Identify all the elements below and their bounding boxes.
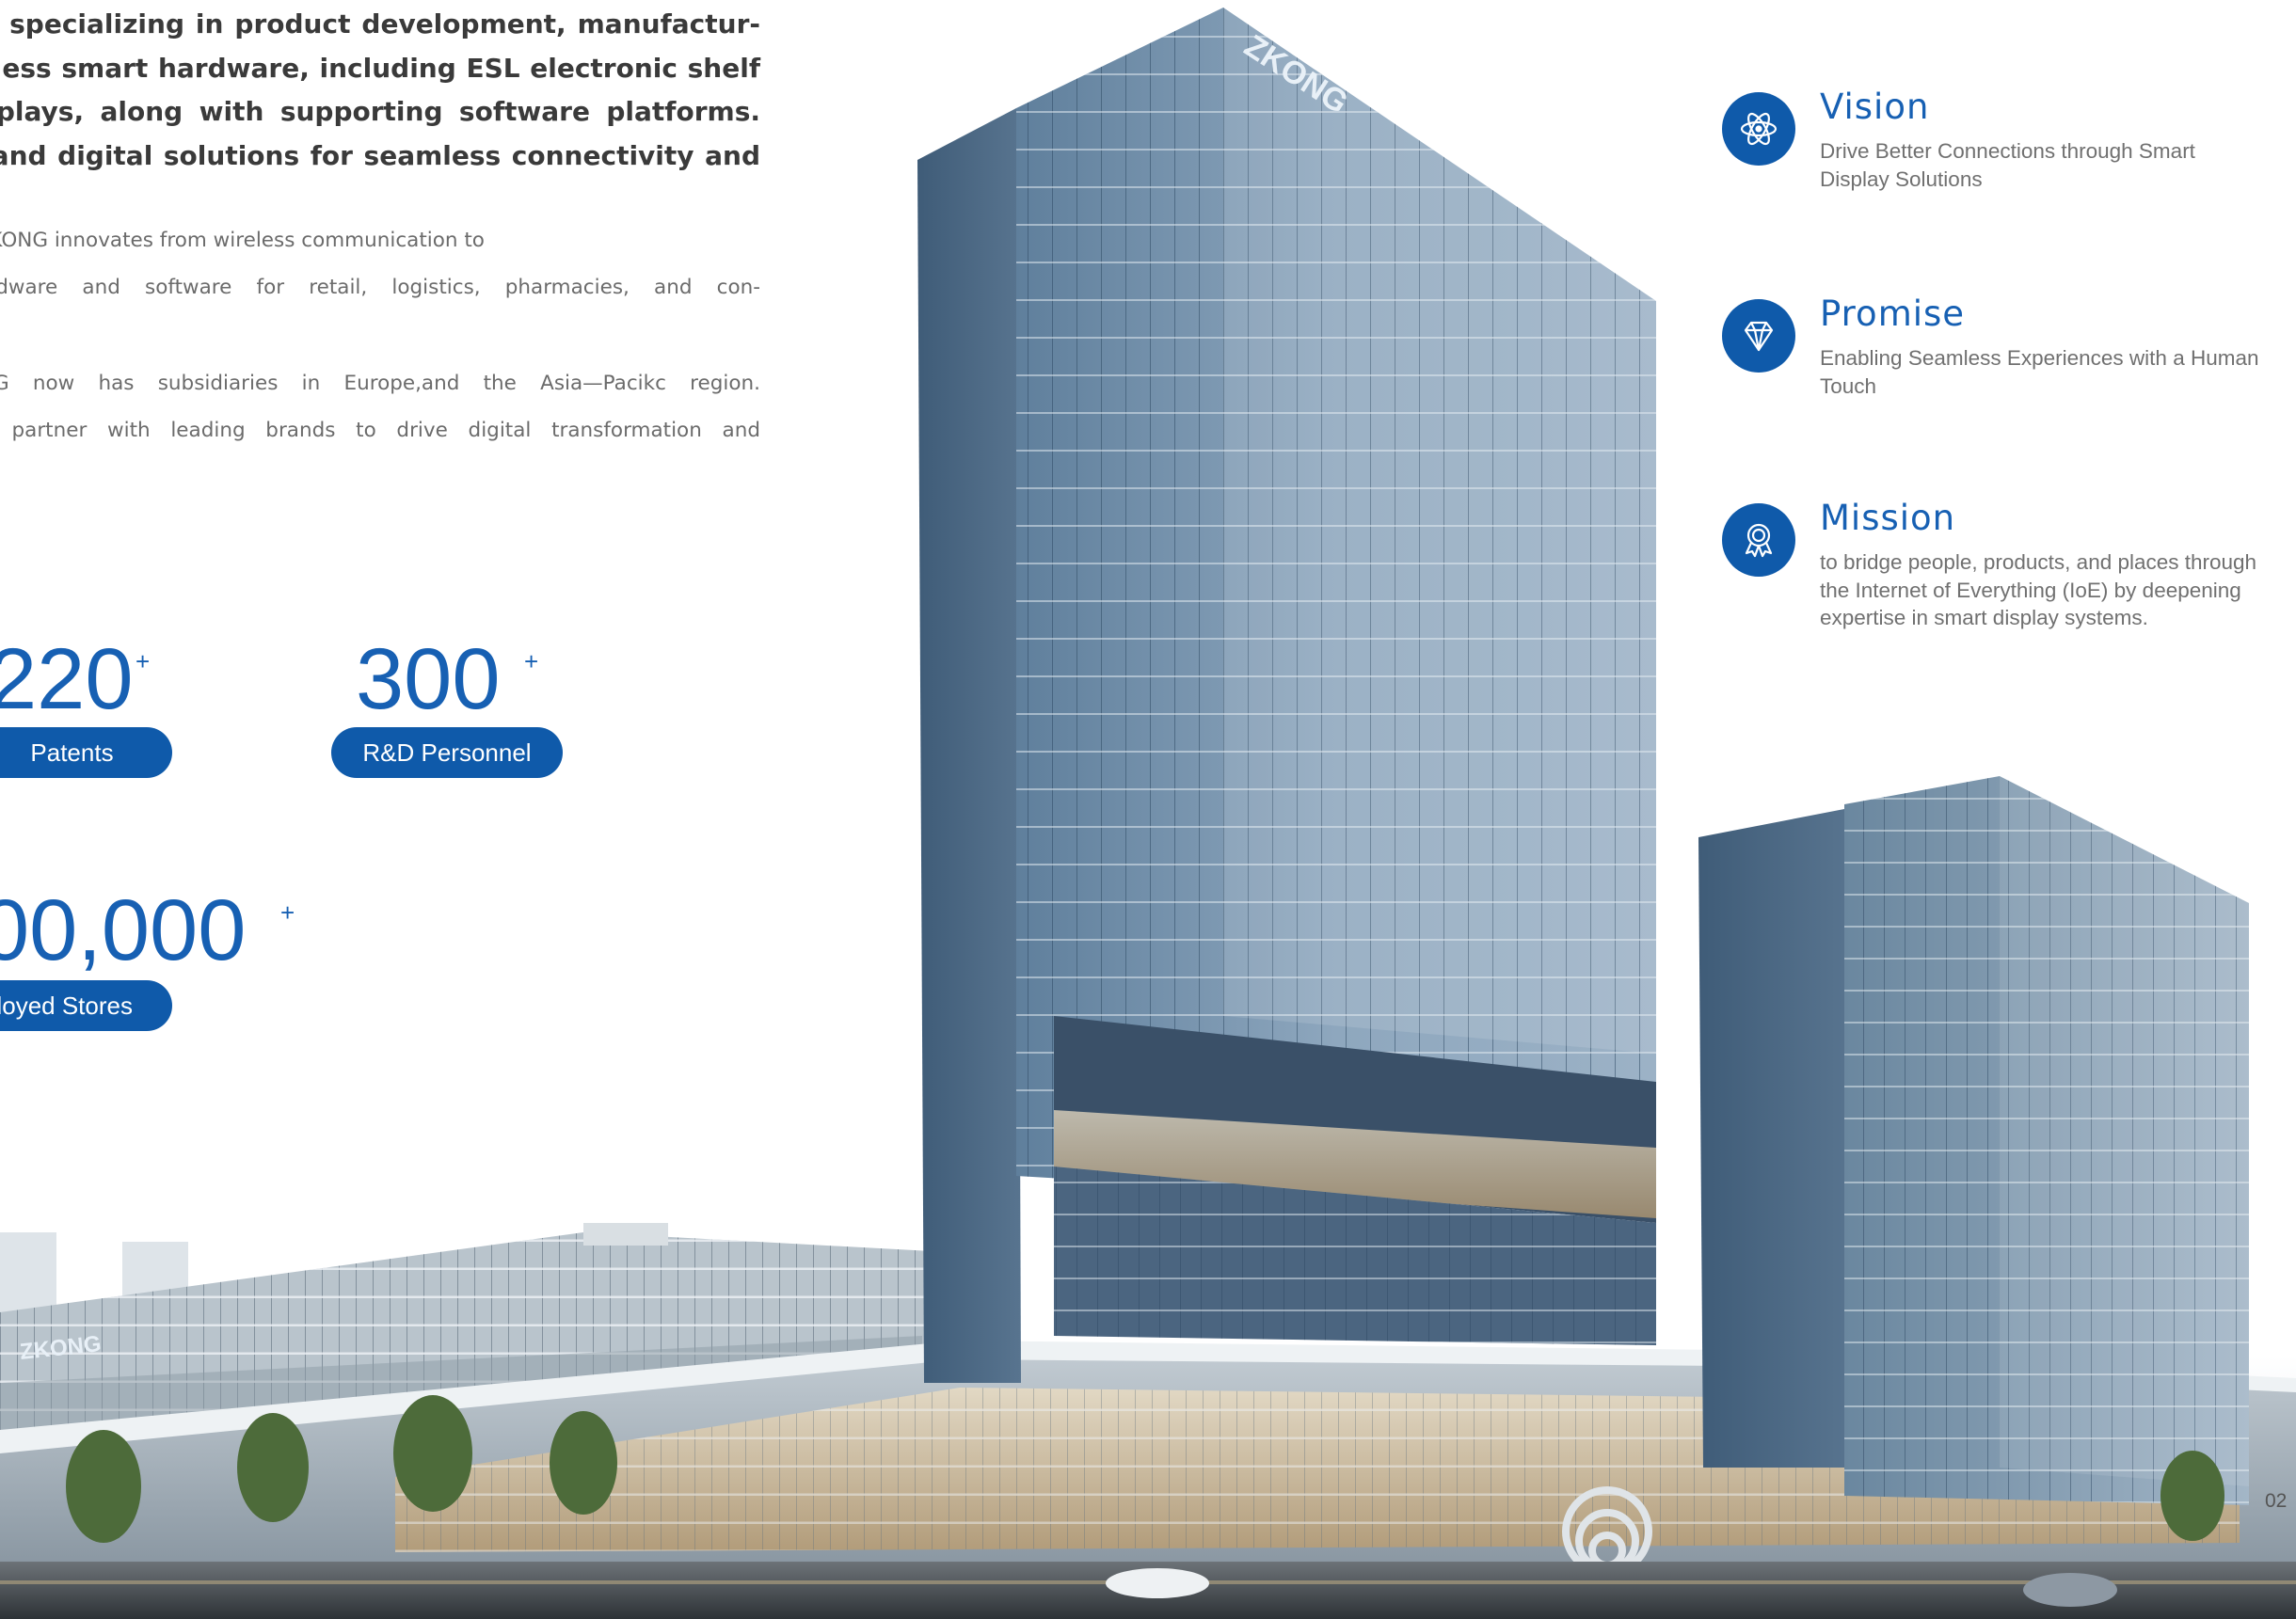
intro-lead-line: T and digital solutions for seamless con… [0, 139, 760, 171]
value-title: Mission [1820, 498, 1956, 538]
stat-plus: + [524, 647, 539, 675]
main-tower [917, 8, 1656, 1383]
car [2023, 1573, 2117, 1607]
intro-body: , ZKONG innovates from wireless communic… [0, 217, 760, 454]
value-description: to bridge people, products, and places t… [1820, 550, 2257, 629]
intro-lead-line: reless smart hardware, including ESL ele… [0, 52, 760, 84]
intro-body-line: , ZKONG innovates from wireless communic… [0, 229, 485, 252]
value-description: Enabling Seamless Experiences with a Hum… [1820, 346, 2259, 398]
intro-lead: ny specializing in product development, … [0, 3, 760, 178]
diamond-icon [1722, 299, 1795, 373]
page-number: 02 [2265, 1490, 2288, 1512]
stat-plus: + [280, 898, 295, 927]
stat-label-pill: Patents [0, 727, 172, 778]
value-title: Vision [1820, 87, 1930, 127]
intro-body-line: we partner with leading brands to drive … [0, 419, 760, 442]
intro-lead-line: ny specializing in product development, … [0, 8, 760, 40]
car [1106, 1568, 1209, 1598]
stat-number: 300 [356, 631, 501, 727]
award-icon [1722, 503, 1795, 577]
intro-body-line: hardware and software for retail, logist… [0, 276, 760, 299]
stat-number: 220 [0, 631, 134, 727]
value-title: Promise [1820, 294, 1966, 334]
intro-lead-line: lisplays, along with supporting software… [0, 96, 760, 127]
stat-label-pill: R&D Personnel [331, 727, 563, 778]
stat-number: 00,000 [0, 882, 247, 978]
intro-body-line: ONG now has subsidiaries in Europe,and t… [0, 372, 760, 395]
stat-plus: + [136, 647, 151, 675]
intro-text: ny specializing in product development, … [0, 0, 760, 454]
right-tower [1698, 776, 2249, 1505]
atom-icon [1722, 92, 1795, 166]
value-description: Drive Better Connections through Smart D… [1820, 139, 2195, 191]
stat-label-pill: ployed Stores [0, 980, 172, 1031]
